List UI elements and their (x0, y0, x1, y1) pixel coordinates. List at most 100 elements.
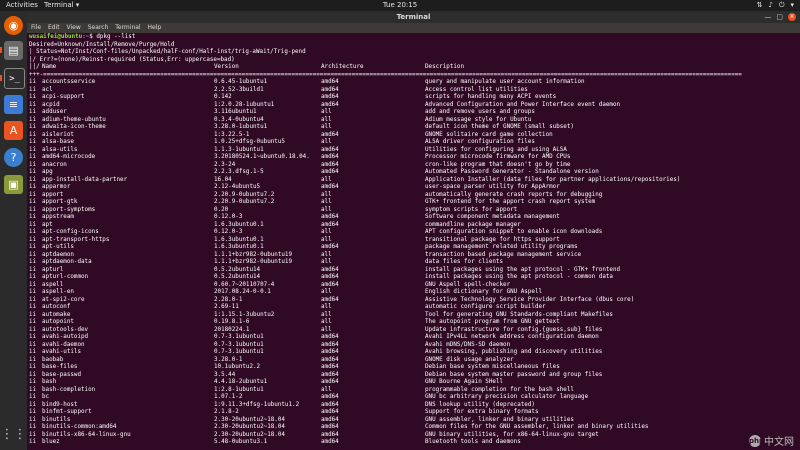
close-icon[interactable]: × (788, 13, 796, 21)
pkg-status: ii (29, 416, 37, 423)
pkg-version: 0.7-3.1ubuntu1 (214, 341, 264, 348)
pkg-name: anacron (42, 161, 67, 168)
pkg-desc: Application Installer (data files for pa… (425, 176, 681, 183)
pkg-status: ii (29, 281, 37, 288)
window-controls: — ▢ × (764, 11, 796, 23)
pkg-arch: amd64 (321, 266, 339, 273)
pkg-name: binutils-x86-64-linux-gnu (42, 431, 131, 438)
pkg-arch: amd64 (321, 424, 339, 430)
pkg-desc: add and remove users and groups (425, 109, 535, 115)
pkg-name: apport-symptoms (42, 206, 96, 213)
files-icon[interactable]: ▤ (4, 41, 23, 60)
table-row: ii adduser 3.116ubuntu1 all add and remove u… (27, 109, 800, 117)
menu-terminal[interactable]: Terminal (115, 24, 140, 31)
pkg-version: 3.20180524.1~ubuntu0.18.04. (214, 154, 310, 160)
firefox-icon[interactable]: ◉ (4, 16, 23, 35)
table-row: ii acpid 1:2.0.28-1ubuntu1 amd64 Advanced Co… (27, 102, 800, 110)
watermark: php 中文网 (749, 433, 794, 448)
pkg-desc: Automated Password Generator - Standalon… (425, 169, 599, 175)
pkg-version: 2.69-11 (214, 304, 239, 310)
pkg-desc: Common files for the GNU assembler, link… (425, 424, 649, 430)
pkg-version: 2.2.52-3build1 (214, 86, 264, 93)
package-icon[interactable]: ▣ (4, 175, 23, 194)
menu-search[interactable]: Search (88, 24, 109, 31)
pkg-version: 2.28.0-1 (214, 296, 243, 303)
pkg-status: ii (29, 176, 37, 183)
chevron-down-icon[interactable]: ▾ (790, 0, 794, 11)
window-titlebar[interactable]: Terminal — ▢ × (27, 11, 800, 23)
pkg-status: ii (29, 94, 37, 100)
pkg-status: ii (29, 124, 37, 130)
pkg-arch: amd64 (321, 379, 339, 385)
pkg-desc: ALSA driver configuration files (425, 139, 535, 145)
pkg-version: 3.116ubuntu1 (214, 109, 257, 115)
app-grid-icon[interactable]: ⋮⋮ (1, 425, 27, 444)
pkg-arch: amd64 (321, 161, 339, 168)
pkg-version: 1.6.3ubuntu0.1 (214, 221, 264, 228)
menu-view[interactable]: View (67, 24, 81, 31)
pkg-version: 0.5.2ubuntu14 (214, 266, 261, 273)
pkg-name: apport (42, 191, 64, 198)
pkg-status: ii (29, 371, 37, 378)
pkg-arch: amd64 (321, 221, 339, 228)
help-icon[interactable]: ? (4, 148, 23, 167)
system-tray[interactable]: ⇅ ♪ ⏻ ▾ (757, 0, 794, 11)
menu-edit[interactable]: Edit (48, 24, 60, 31)
pkg-desc: cron-like program that doesn't go by tim… (425, 161, 571, 168)
table-row: ii amd64-microcode 3.20180524.1~ubuntu0.18… (27, 154, 800, 162)
volume-icon[interactable]: ♪ (768, 0, 772, 11)
pkg-status: ii (29, 266, 37, 273)
maximize-icon[interactable]: ▢ (776, 11, 783, 23)
pkg-name: apt (42, 221, 53, 228)
pkg-version: 1.1.3-1ubuntu1 (214, 146, 264, 153)
pkg-version: 0.7-3.1ubuntu1 (214, 349, 264, 355)
pkg-status: ii (29, 131, 37, 138)
pkg-desc: package management related utility progr… (425, 244, 578, 250)
pkg-status: ii (29, 296, 37, 303)
pkg-arch: all (321, 229, 332, 235)
pkg-status: ii (29, 251, 37, 258)
pkg-status: ii (29, 439, 37, 445)
table-row: ii apturl 0.5.2ubuntu14 amd64 install packag… (27, 267, 800, 275)
pkg-arch: all (321, 319, 332, 325)
pkg-version: 2.30-20ubuntu2~18.04 (214, 416, 285, 423)
menu-file[interactable]: File (31, 24, 41, 31)
pkg-name: acl (42, 86, 53, 93)
pkg-arch: amd64 (321, 79, 339, 85)
pkg-name: adwaita-icon-theme (42, 124, 106, 130)
pkg-version: 0.142 (214, 94, 232, 100)
table-row: ii aptdaemon 1.1.1+bzr982-0ubuntu19 all tran… (27, 252, 800, 260)
pkg-desc: Software component metadata management (425, 214, 560, 220)
pkg-name: bash-completion (42, 386, 96, 393)
table-row: ii alsa-utils 1.1.3-1ubuntu1 amd64 Utilities… (27, 147, 800, 155)
pkg-name: base-passwd (42, 371, 82, 378)
software-center-icon[interactable]: A (4, 121, 23, 140)
pkg-status: ii (29, 431, 37, 438)
pkg-status: ii (29, 244, 37, 250)
table-row: ii acpi-support 0.142 amd64 scripts for hand… (27, 94, 800, 102)
table-row: ii bluez 5.48-0ubuntu3.1 amd64 Bluetooth too… (27, 439, 800, 447)
pkg-desc: automatic configure script builder (425, 304, 546, 310)
pkg-desc: GNOME disk usage analyzer (425, 356, 514, 363)
table-row: ii base-passwd 3.5.44 amd64 Debian base syst… (27, 372, 800, 380)
pkg-name: acpi-support (42, 94, 85, 100)
pkg-status: ii (29, 274, 37, 280)
pkg-status: ii (29, 154, 37, 160)
pkg-arch: amd64 (321, 341, 339, 348)
menu-help[interactable]: Help (148, 24, 162, 31)
terminal-icon[interactable]: >_ (4, 68, 25, 89)
power-icon[interactable]: ⏻ (779, 0, 785, 11)
minimize-icon[interactable]: — (764, 11, 771, 23)
pkg-arch: amd64 (321, 94, 339, 100)
pkg-name: aptdaemon (42, 251, 74, 258)
table-row: ii bc 1.07.1-2 amd64 GNU bc arbitrary precis… (27, 394, 800, 402)
pkg-desc: user-space parser utility for AppArmor (425, 184, 560, 190)
clock[interactable]: Tue 20:15 (0, 0, 800, 11)
document-icon[interactable]: ≡ (4, 95, 23, 114)
pkg-desc: The autopoint program from GNU gettext (425, 319, 560, 325)
pkg-version: 0.3.4-0ubuntu4 (214, 116, 264, 123)
pkg-version: 0.12.0-3 (214, 214, 243, 220)
table-row: ii apt 1.6.3ubuntu0.1 amd64 commandline pack… (27, 222, 800, 230)
terminal-output[interactable]: wusaifei@ubuntu:~$ dpkg --list Desired=U… (27, 33, 800, 450)
network-icon[interactable]: ⇅ (757, 0, 763, 11)
